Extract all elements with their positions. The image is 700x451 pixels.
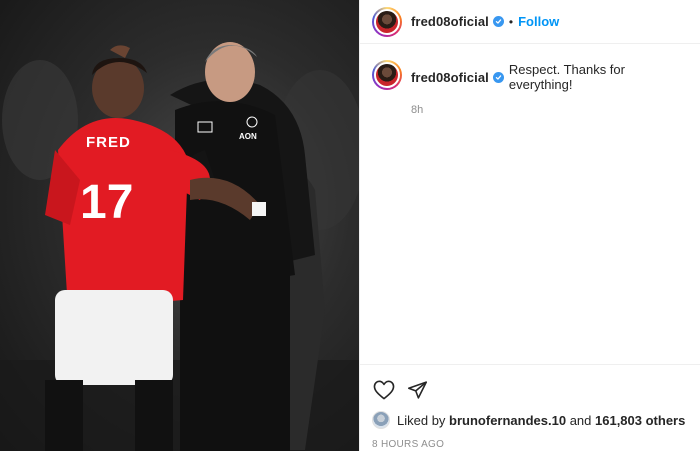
photo-illustration: FRED 17 AON: [0, 42, 359, 451]
author-username[interactable]: fred08oficial: [411, 14, 489, 29]
post-header: fred08oficial • Follow: [360, 0, 700, 44]
jersey-name: FRED: [86, 134, 131, 151]
likes-count[interactable]: 161,803 others: [595, 413, 685, 428]
verified-badge-icon: [492, 71, 504, 83]
caption-author-avatar[interactable]: [372, 60, 402, 90]
jersey-number: 17: [80, 176, 133, 229]
separator-dot: •: [508, 14, 514, 29]
post-actions-section: Liked by brunofernandes.10 and 161,803 o…: [360, 364, 700, 451]
likes-summary: Liked by brunofernandes.10 and 161,803 o…: [360, 411, 700, 429]
liker-avatar[interactable]: [372, 411, 390, 429]
paper-plane-icon: [407, 381, 427, 399]
likes-text: Liked by brunofernandes.10 and 161,803 o…: [397, 413, 685, 428]
caption-body: fred08oficial Respect. Thanks for everyt…: [411, 60, 688, 116]
caption-line: fred08oficial Respect. Thanks for everyt…: [411, 62, 688, 92]
post-date[interactable]: 8 HOURS AGO: [360, 439, 700, 450]
caption-text: Respect. Thanks for everything!: [508, 62, 625, 92]
liked-and: and: [566, 412, 595, 428]
follow-button[interactable]: Follow: [518, 14, 559, 29]
caption-author-username[interactable]: fred08oficial: [411, 70, 489, 85]
caption-comment: fred08oficial Respect. Thanks for everyt…: [360, 44, 700, 116]
heart-icon: [373, 380, 395, 400]
action-bar: [360, 365, 700, 405]
caption-timestamp[interactable]: 8h: [411, 104, 688, 116]
post-details-panel: fred08oficial • Follow fred08oficial Res…: [359, 0, 700, 451]
liked-prefix: Liked by: [397, 412, 450, 428]
sponsor-badge: AON: [239, 132, 257, 141]
like-button[interactable]: [372, 378, 396, 402]
verified-badge-icon: [492, 16, 504, 27]
share-button[interactable]: [405, 378, 429, 402]
author-avatar[interactable]: [372, 6, 402, 37]
post-photo[interactable]: FRED 17 AON: [0, 0, 359, 451]
liker-username[interactable]: brunofernandes.10: [449, 413, 566, 428]
